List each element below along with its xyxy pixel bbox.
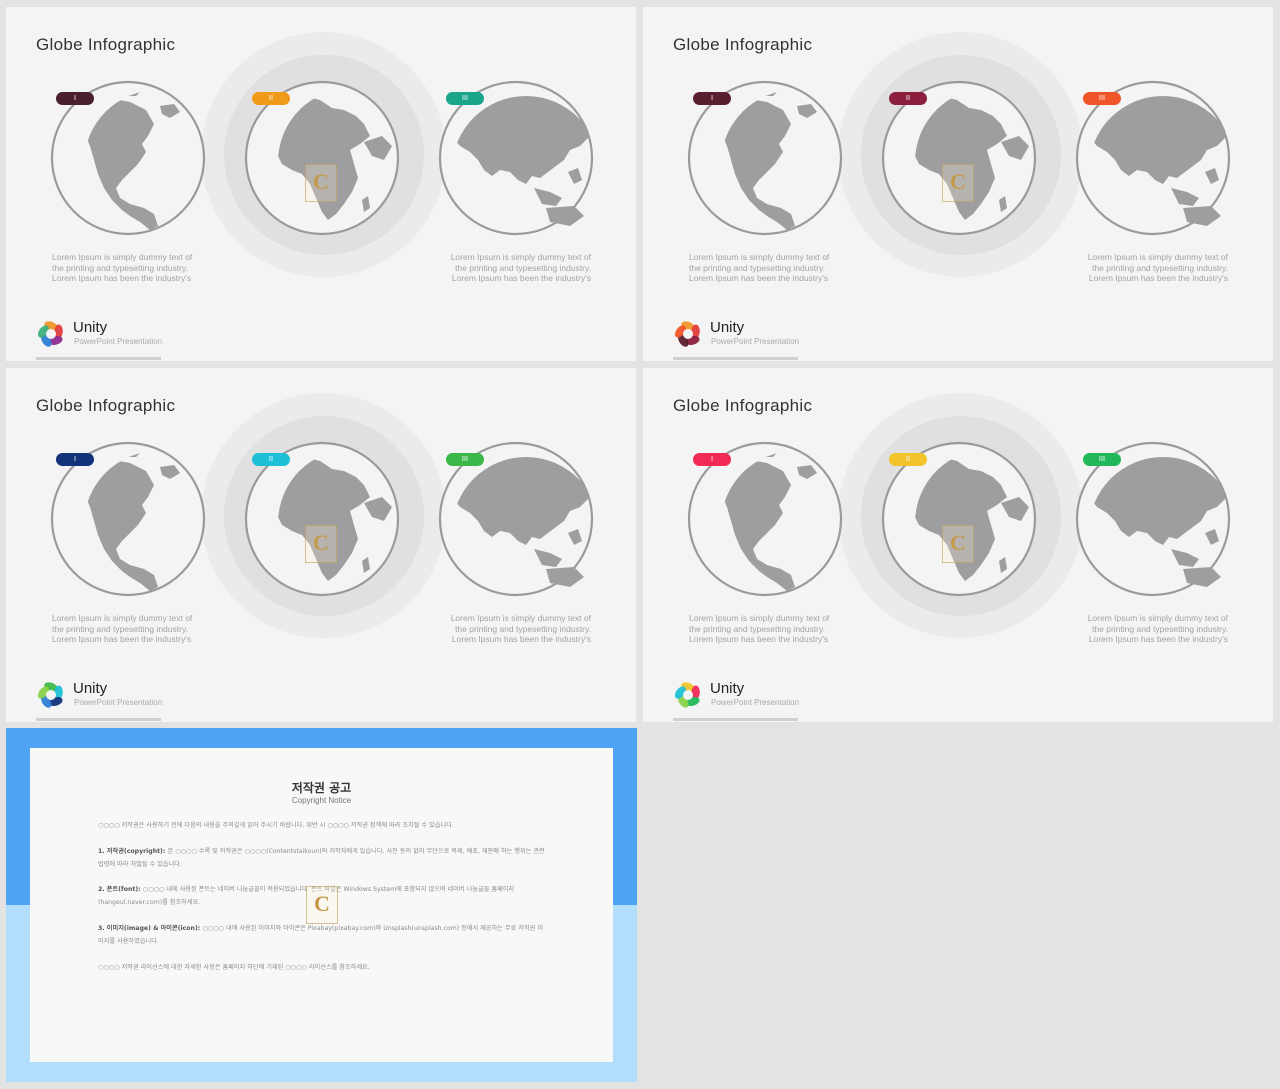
unity-logo-icon [671, 678, 705, 712]
unity-logo-icon [34, 317, 68, 351]
copyright-subtitle: Copyright Notice [291, 796, 352, 805]
slide-title: Globe Infographic [673, 396, 813, 415]
slide-title: Globe Infographic [36, 396, 176, 415]
step-pill-1: I [56, 453, 94, 466]
copyright-paragraph: ○○○○ 저작권 라이선스에 대한 자세한 사항은 홈페이지 하단에 기재된 ○… [98, 963, 370, 971]
step-pill-3: III [446, 453, 484, 466]
svg-text:C: C [950, 530, 966, 555]
description-left: Lorem Ipsum is simply dummy text of the p… [689, 613, 830, 644]
copyright-paragraph: 1. 저작권(copyright): 본 ○○○○ 수록 및 저작권은 ○○○○… [98, 847, 545, 868]
copyright-paragraph: ○○○○ 저작권은 사용하기 전에 다음의 내용을 주의깊게 읽어 주시기 바랍… [98, 822, 454, 829]
step-pill-2: II [252, 92, 290, 105]
watermark-logo: C [305, 525, 337, 563]
brand-name: Unity [710, 319, 745, 336]
brand-name: Unity [73, 319, 108, 336]
brand-name: Unity [710, 680, 745, 697]
description-right: Lorem Ipsum is simply dummy text of the p… [450, 252, 591, 283]
copyright-panel: 저작권 공고 Copyright Notice ○○○○ 저작권은 사용하기 전… [30, 748, 613, 1062]
brand-subtitle: PowerPoint Presentation [711, 337, 800, 346]
slide-title: Globe Infographic [673, 35, 813, 54]
svg-text:C: C [313, 530, 329, 555]
watermark-logo: C [942, 164, 974, 202]
slide-title: Globe Infographic [36, 35, 176, 54]
svg-text:C: C [950, 169, 966, 194]
unity-logo-icon [671, 317, 705, 351]
slide-globe-infographic[interactable]: Globe Infographic I II III C Lorem Ipsum is s… [643, 368, 1273, 722]
brand-subtitle: PowerPoint Presentation [74, 337, 163, 346]
description-left: Lorem Ipsum is simply dummy text of the p… [52, 613, 193, 644]
divider [36, 718, 161, 721]
step-pill-3: III [446, 92, 484, 105]
step-pill-1: I [56, 92, 94, 105]
copyright-paragraph: 3. 이미지(image) & 아이콘(icon): ○○○○ 내에 사용된 이… [98, 924, 544, 945]
divider [673, 357, 798, 360]
brand-subtitle: PowerPoint Presentation [711, 698, 800, 707]
unity-logo-icon [34, 678, 68, 712]
description-right: Lorem Ipsum is simply dummy text of the p… [1087, 252, 1228, 283]
step-pill-1: I [693, 453, 731, 466]
slide-globe-infographic[interactable]: Globe Infographic I II III C Lorem Ipsum is s… [6, 7, 636, 361]
svg-text:C: C [313, 169, 329, 194]
watermark-logo: C [306, 886, 338, 924]
step-pill-2: II [889, 453, 927, 466]
divider [36, 357, 161, 360]
watermark-logo: C [942, 525, 974, 563]
step-pill-2: II [889, 92, 927, 105]
description-left: Lorem Ipsum is simply dummy text of the p… [689, 252, 830, 283]
divider [673, 718, 798, 721]
description-left: Lorem Ipsum is simply dummy text of the p… [52, 252, 193, 283]
step-pill-3: III [1083, 92, 1121, 105]
step-pill-3: III [1083, 453, 1121, 466]
svg-text:C: C [314, 891, 330, 916]
brand-name: Unity [73, 680, 108, 697]
copyright-title: 저작권 공고 [291, 781, 352, 795]
slide-globe-infographic[interactable]: Globe Infographic I II III C Lorem Ipsum is s… [6, 368, 636, 722]
slide-globe-infographic[interactable]: Globe Infographic I II III C Lorem Ipsum is s… [643, 7, 1273, 361]
description-right: Lorem Ipsum is simply dummy text of the p… [450, 613, 591, 644]
description-right: Lorem Ipsum is simply dummy text of the p… [1087, 613, 1228, 644]
copyright-slide[interactable]: 저작권 공고 Copyright Notice ○○○○ 저작권은 사용하기 전… [6, 728, 637, 1082]
watermark-logo: C [305, 164, 337, 202]
brand-subtitle: PowerPoint Presentation [74, 698, 163, 707]
step-pill-1: I [693, 92, 731, 105]
step-pill-2: II [252, 453, 290, 466]
